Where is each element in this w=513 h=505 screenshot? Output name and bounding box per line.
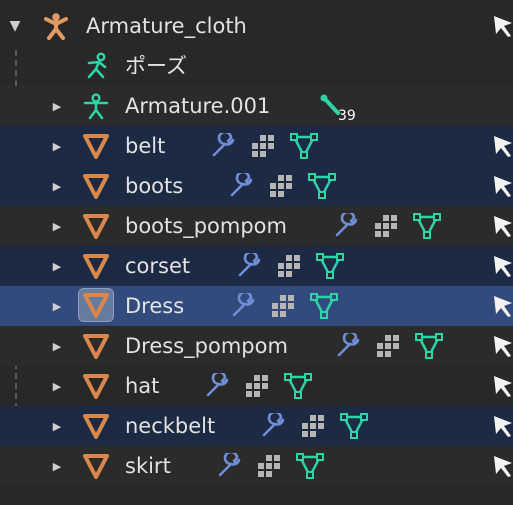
expand-arrow-icon[interactable]: ▶: [47, 326, 67, 366]
expand-arrow-icon[interactable]: ▶: [47, 446, 67, 486]
outliner-row-armature-cloth[interactable]: ▼ Armature_cloth: [0, 6, 513, 46]
outliner-row-armature-001[interactable]: ▶ Armature.001 39: [0, 86, 513, 126]
mesh-data-icon[interactable]: [413, 213, 441, 239]
mesh-triangle-icon[interactable]: [78, 330, 114, 362]
collapse-arrow-icon[interactable]: ▼: [5, 6, 25, 46]
mesh-data-icon[interactable]: [296, 453, 324, 479]
particle-grid-icon[interactable]: [300, 413, 328, 439]
outliner-row-hat[interactable]: ▶ hat: [0, 366, 513, 406]
mesh-data-icon[interactable]: [290, 133, 318, 159]
particle-grid-icon[interactable]: [268, 173, 296, 199]
wrench-modifier-icon[interactable]: [216, 450, 244, 479]
expand-arrow-icon[interactable]: ▶: [47, 286, 67, 326]
particle-grid-icon[interactable]: [276, 253, 304, 279]
particle-grid-icon[interactable]: [250, 133, 278, 159]
selectable-pointer-icon[interactable]: [492, 214, 513, 238]
mesh-triangle-icon[interactable]: [78, 170, 114, 202]
wrench-modifier-icon[interactable]: [335, 330, 363, 359]
bone-count-badge: 39: [338, 108, 356, 124]
selectable-pointer-icon[interactable]: [492, 294, 513, 318]
outliner-row-corset[interactable]: ▶ corset: [0, 246, 513, 286]
armature-pose-icon[interactable]: [78, 90, 114, 122]
object-label: neckbelt: [125, 414, 216, 438]
mesh-triangle-icon[interactable]: [78, 250, 114, 282]
outliner-row-neckbelt[interactable]: ▶ neckbelt: [0, 406, 513, 446]
mesh-triangle-icon[interactable]: [78, 450, 114, 482]
selectable-pointer-icon[interactable]: [492, 134, 513, 158]
object-label: Dress: [125, 294, 185, 318]
object-label: belt: [125, 134, 166, 158]
armature-person-icon[interactable]: [38, 10, 74, 42]
particle-grid-icon[interactable]: [270, 293, 298, 319]
wrench-modifier-icon[interactable]: [236, 250, 264, 279]
armature-001-label: Armature.001: [125, 94, 271, 118]
mesh-triangle-icon[interactable]: [78, 370, 114, 402]
pose-label: ポーズ: [125, 54, 187, 78]
expand-arrow-icon[interactable]: ▶: [47, 86, 67, 126]
mesh-triangle-icon[interactable]: [78, 288, 114, 322]
mesh-data-icon[interactable]: [308, 173, 336, 199]
expand-arrow-icon[interactable]: ▶: [47, 126, 67, 166]
outliner-row-boots-pompom[interactable]: ▶ boots_pompom: [0, 206, 513, 246]
expand-arrow-icon[interactable]: ▶: [47, 406, 67, 446]
wrench-modifier-icon[interactable]: [333, 210, 361, 239]
object-label: boots_pompom: [125, 214, 287, 238]
object-label: corset: [125, 254, 191, 278]
selectable-pointer-icon[interactable]: [492, 414, 513, 438]
mesh-data-icon[interactable]: [340, 413, 368, 439]
expand-arrow-icon[interactable]: ▶: [47, 166, 67, 206]
particle-grid-icon[interactable]: [256, 453, 284, 479]
mesh-triangle-icon[interactable]: [78, 210, 114, 242]
wrench-modifier-icon[interactable]: [210, 130, 238, 159]
wrench-modifier-icon[interactable]: [228, 170, 256, 199]
wrench-modifier-icon[interactable]: [230, 290, 258, 319]
object-label: boots: [125, 174, 184, 198]
object-label: hat: [125, 374, 160, 398]
selectable-pointer-icon[interactable]: [492, 14, 513, 38]
outliner-panel: ▼ Armature_cloth ポーズ ▶ Armature.001 39 ▶…: [0, 0, 513, 505]
mesh-data-icon[interactable]: [316, 253, 344, 279]
wrench-modifier-icon[interactable]: [260, 410, 288, 439]
outliner-row-dress-pompom[interactable]: ▶ Dress_pompom: [0, 326, 513, 366]
expand-arrow-icon[interactable]: ▶: [47, 206, 67, 246]
particle-grid-icon[interactable]: [375, 333, 403, 359]
outliner-row-belt[interactable]: ▶ belt: [0, 126, 513, 166]
expand-arrow-icon[interactable]: ▶: [47, 246, 67, 286]
root-label: Armature_cloth: [86, 14, 247, 38]
mesh-data-icon[interactable]: [415, 333, 443, 359]
object-label: Dress_pompom: [125, 334, 288, 358]
wrench-modifier-icon[interactable]: [204, 370, 232, 399]
outliner-row-skirt[interactable]: ▶ skirt: [0, 446, 513, 486]
selectable-pointer-icon[interactable]: [492, 174, 513, 198]
outliner-row-boots[interactable]: ▶ boots: [0, 166, 513, 206]
mesh-triangle-icon[interactable]: [78, 410, 114, 442]
pose-icon[interactable]: [80, 50, 116, 82]
expand-arrow-icon[interactable]: ▶: [47, 366, 67, 406]
outliner-row-pose[interactable]: ポーズ: [0, 46, 513, 86]
mesh-data-icon[interactable]: [310, 293, 338, 319]
particle-grid-icon[interactable]: [373, 213, 401, 239]
object-label: skirt: [125, 454, 171, 478]
selectable-pointer-icon[interactable]: [492, 454, 513, 478]
mesh-triangle-icon[interactable]: [78, 130, 114, 162]
outliner-row-dress[interactable]: ▶ Dress: [0, 286, 513, 326]
selectable-pointer-icon[interactable]: [492, 374, 513, 398]
selectable-pointer-icon[interactable]: [492, 334, 513, 358]
mesh-data-icon[interactable]: [284, 373, 312, 399]
selectable-pointer-icon[interactable]: [492, 254, 513, 278]
particle-grid-icon[interactable]: [244, 373, 272, 399]
